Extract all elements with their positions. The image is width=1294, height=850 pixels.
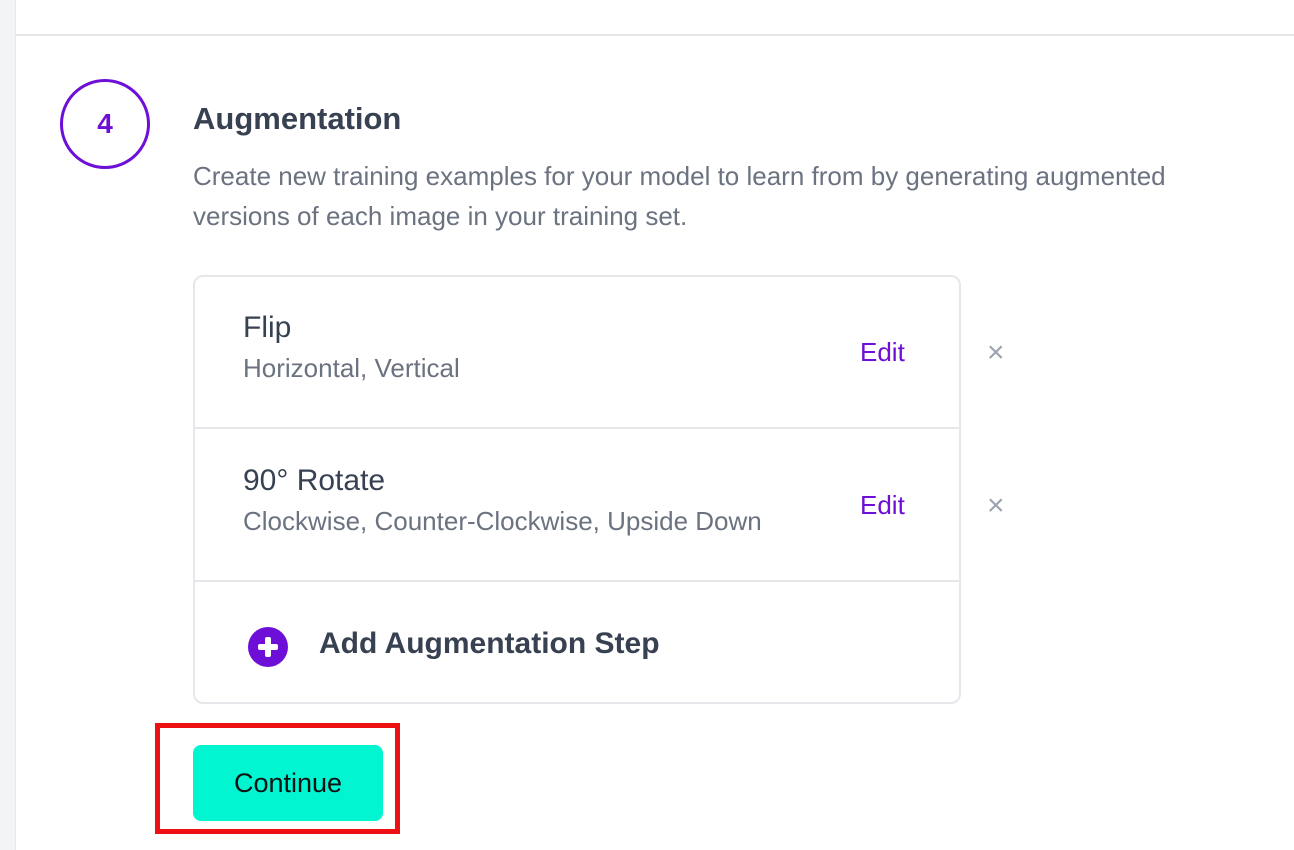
section-title: Augmentation xyxy=(193,101,402,136)
section-divider xyxy=(16,34,1294,36)
augmentation-list: Flip Horizontal, Vertical Edit 90° Rotat… xyxy=(193,275,961,704)
remove-flip-close-icon[interactable]: × xyxy=(987,338,1005,368)
step-number-badge: 4 xyxy=(60,79,150,169)
augmentation-name: 90° Rotate xyxy=(243,464,386,497)
remove-rotate-close-icon[interactable]: × xyxy=(987,491,1005,521)
left-rail xyxy=(0,0,16,850)
section-description: Create new training examples for your mo… xyxy=(193,161,1166,231)
continue-button[interactable]: Continue xyxy=(193,745,383,821)
augmentation-detail: Horizontal, Vertical xyxy=(243,353,460,383)
add-augmentation-step-label: Add Augmentation Step xyxy=(319,627,660,660)
edit-flip-link[interactable]: Edit xyxy=(860,337,905,368)
plus-circle-icon xyxy=(248,627,288,667)
edit-rotate-link[interactable]: Edit xyxy=(860,490,905,521)
augmentation-name: Flip xyxy=(243,311,292,344)
add-augmentation-step-button[interactable]: Add Augmentation Step xyxy=(195,583,959,704)
augmentation-item-flip: Flip Horizontal, Vertical Edit xyxy=(195,277,959,429)
augmentation-detail: Clockwise, Counter-Clockwise, Upside Dow… xyxy=(243,506,762,536)
augmentation-item-rotate: 90° Rotate Clockwise, Counter-Clockwise,… xyxy=(195,430,959,582)
